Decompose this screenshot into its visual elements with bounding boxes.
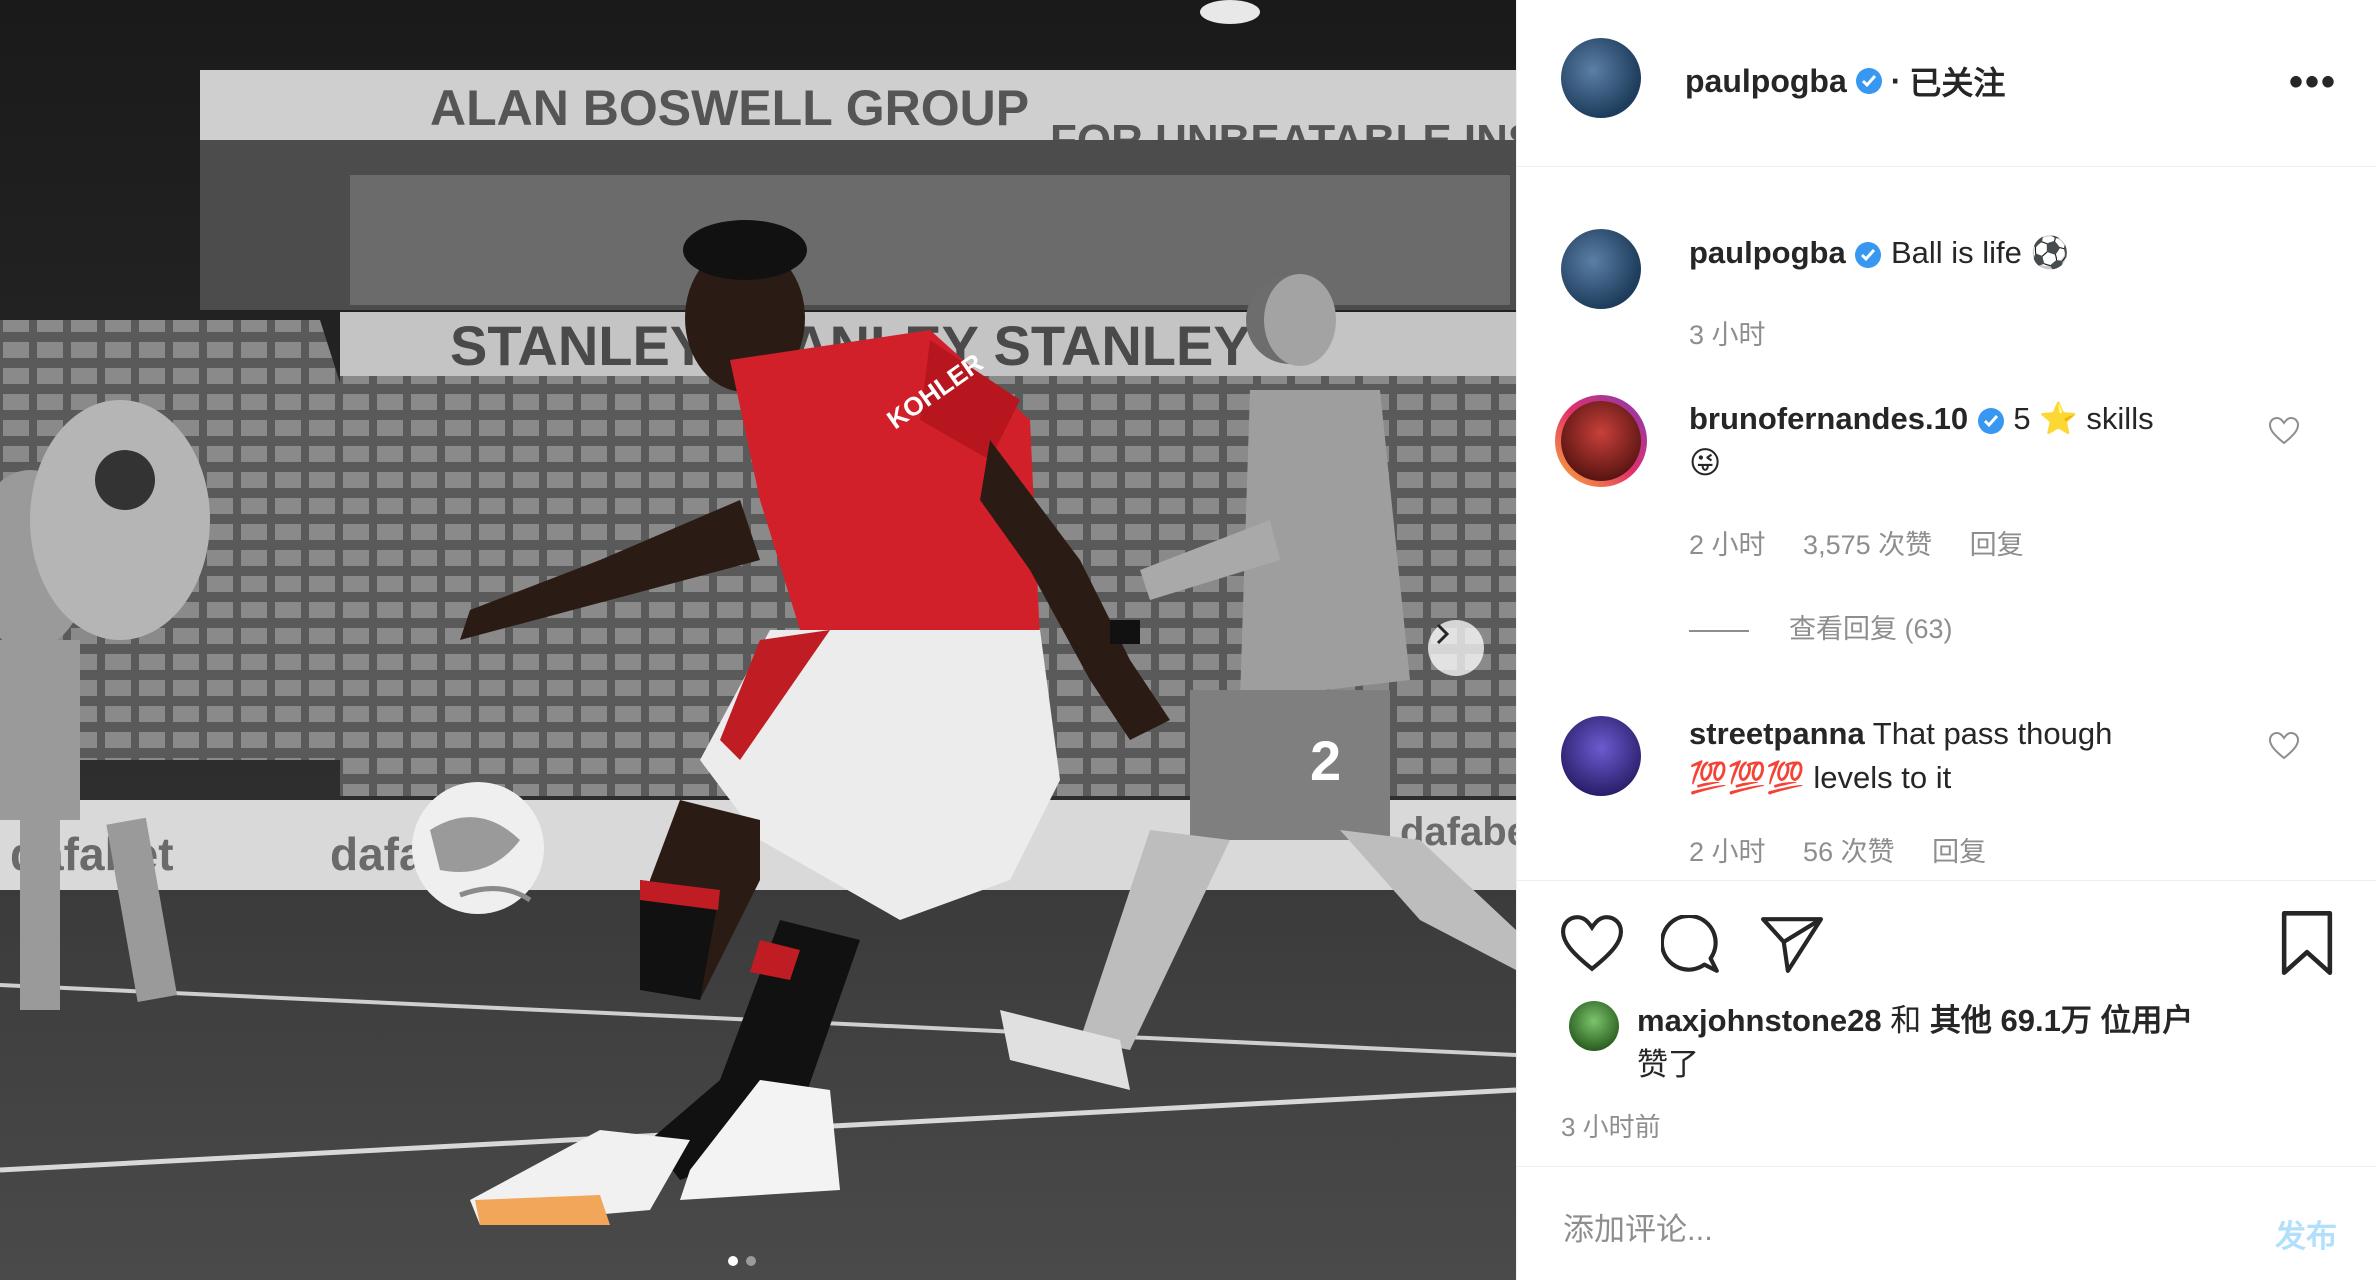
liked-by-conjunction: 和: [1890, 1003, 1922, 1038]
caption-username[interactable]: paulpogba: [1689, 235, 1846, 270]
bookmark-icon[interactable]: [2279, 911, 2335, 975]
comments-list[interactable]: paulpogba Ball is life ⚽ 3 小时 brunoferna…: [1517, 167, 2376, 879]
caption-text: Ball is life: [1890, 235, 2022, 270]
post-photo[interactable]: ALAN BOSWELL GROUP FOR UNBEATABLE INSU S…: [0, 0, 1516, 1280]
post-side-panel: paulpogba · 已关注 ••• paulpogba Ball is li…: [1516, 0, 2376, 1280]
avatar: [1561, 401, 1641, 481]
liked-by-username[interactable]: maxjohnstone28: [1637, 1003, 1882, 1038]
comment-text: That pass though: [1872, 716, 2113, 751]
avatar[interactable]: [1561, 716, 1641, 796]
reply-button[interactable]: 回复: [1932, 837, 1986, 867]
verified-badge-icon: [1855, 68, 1882, 94]
view-replies-button[interactable]: 查看回复 (63): [1689, 607, 1953, 646]
comment-username[interactable]: streetpanna: [1689, 716, 1865, 751]
post-time[interactable]: 3 小时前: [1561, 1107, 1661, 1144]
comment-likes[interactable]: 3,575 次赞: [1803, 530, 1932, 560]
star-emoji: ⭐: [2039, 401, 2078, 436]
avatar[interactable]: [1561, 229, 1641, 309]
comment-time[interactable]: 2 小时: [1689, 530, 1766, 560]
comment-username[interactable]: brunofernandes.10: [1689, 401, 1968, 436]
header-separator: ·: [1890, 62, 1902, 99]
winking-face-emoji: 😜: [1689, 445, 1722, 480]
soccer-ball-emoji: ⚽: [2030, 235, 2070, 270]
more-dots-icon: •••: [2288, 60, 2337, 104]
comment-icon[interactable]: [1661, 915, 1723, 977]
heart-icon[interactable]: [2269, 417, 2299, 445]
avatar[interactable]: [1561, 38, 1641, 118]
hundred-points-emoji: 💯💯💯: [1689, 760, 1805, 795]
reply-button[interactable]: 回复: [1970, 530, 2024, 560]
next-image-button[interactable]: [1428, 620, 1484, 676]
add-comment-bar: 发布: [1517, 1166, 2376, 1281]
player-number-text: 2: [1310, 729, 1341, 792]
comment-text: levels to it: [1813, 760, 1952, 795]
banner-top-text: ALAN BOSWELL GROUP: [430, 80, 1029, 136]
more-options-button[interactable]: •••: [2289, 60, 2337, 105]
header-username[interactable]: paulpogba: [1685, 63, 1847, 100]
verified-badge-icon: [1977, 407, 2004, 434]
liked-by-count[interactable]: 其他 69.1万 位用户: [1930, 1003, 2194, 1038]
replies-divider: [1689, 629, 1749, 632]
comment-time[interactable]: 2 小时: [1689, 837, 1766, 867]
caption-time[interactable]: 3 小时: [1689, 320, 1766, 350]
story-ring[interactable]: [1555, 395, 1647, 487]
photo-illustration: ALAN BOSWELL GROUP FOR UNBEATABLE INSU S…: [0, 0, 1516, 1280]
chevron-right-icon: [1436, 623, 1450, 645]
liked-by-suffix: 赞了: [1637, 1047, 1699, 1082]
comment-text: 5: [2013, 401, 2031, 436]
avatar[interactable]: [1569, 1001, 1619, 1051]
post-actions: maxjohnstone28 和 其他 69.1万 位用户 赞了 3 小时前: [1517, 880, 2376, 1167]
heart-icon[interactable]: [2269, 732, 2299, 760]
heart-icon[interactable]: [1561, 915, 1623, 973]
post-header: paulpogba · 已关注 •••: [1517, 0, 2376, 167]
liked-by: maxjohnstone28 和 其他 69.1万 位用户 赞了: [1637, 999, 2317, 1087]
comment-likes[interactable]: 56 次赞: [1803, 837, 1895, 867]
comment-input[interactable]: [1561, 1207, 2205, 1253]
send-icon[interactable]: [1761, 915, 1823, 973]
carousel-dot: [746, 1256, 756, 1266]
view-replies-label: 查看回复 (63): [1789, 614, 1953, 644]
follow-status-button[interactable]: 已关注: [1909, 58, 2005, 104]
carousel-dot: [728, 1256, 738, 1266]
post-comment-button[interactable]: 发布: [2275, 1211, 2337, 1256]
comment-text: skills: [2086, 401, 2154, 436]
carousel-indicator: [728, 1256, 756, 1266]
verified-badge-icon: [1855, 241, 1882, 268]
